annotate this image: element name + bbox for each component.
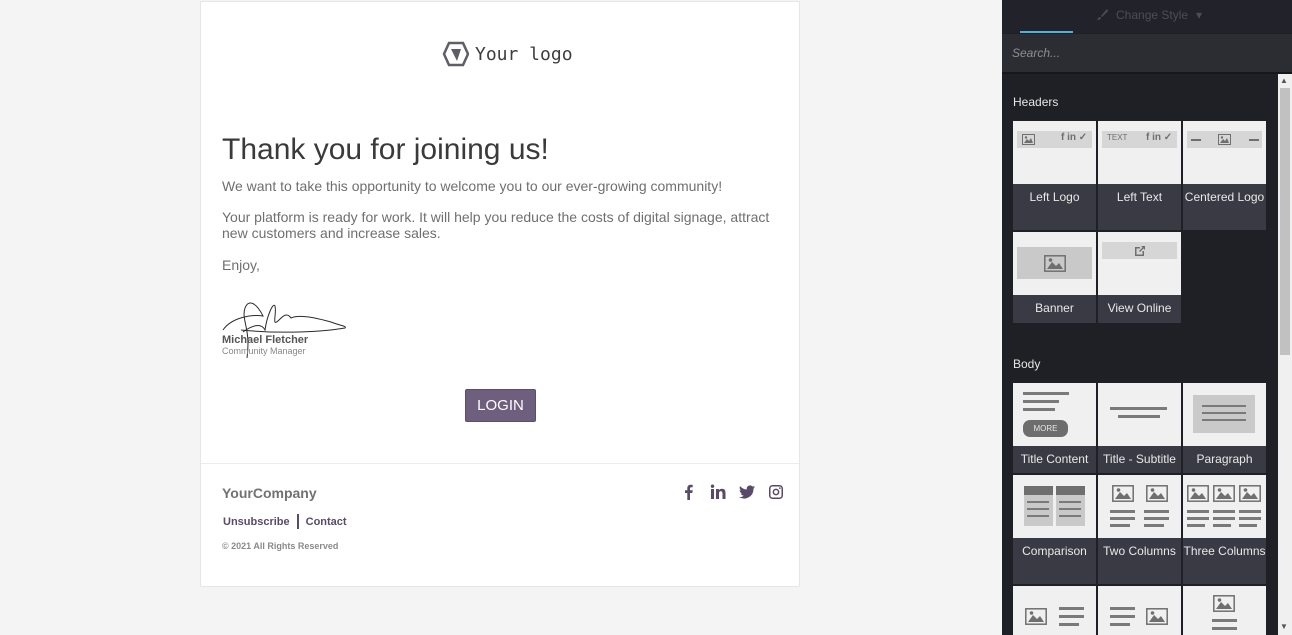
block-thumbnail bbox=[1013, 232, 1096, 295]
block-label: Banner bbox=[1035, 301, 1074, 315]
block-thumbnail bbox=[1183, 586, 1266, 635]
blocks-panel: Change Style ▾ Headers f in ✓ Left Logo … bbox=[1002, 0, 1292, 635]
image-icon bbox=[1187, 485, 1209, 502]
block-label: Paragraph bbox=[1196, 452, 1253, 466]
block-label: Two Columns bbox=[1103, 544, 1176, 558]
block-text-image[interactable] bbox=[1098, 586, 1181, 635]
login-button[interactable]: LOGIN bbox=[465, 389, 536, 422]
linkedin-icon[interactable] bbox=[710, 484, 726, 500]
social-icons: f in ✓ bbox=[1146, 132, 1173, 143]
block-thumbnail: MORE bbox=[1013, 383, 1096, 446]
image-icon bbox=[1239, 485, 1261, 502]
block-thumbnail bbox=[1098, 475, 1181, 538]
headers-section-title: Headers bbox=[1013, 95, 1059, 109]
tab-blocks[interactable] bbox=[1020, 0, 1073, 33]
block-view-online[interactable]: View Online bbox=[1098, 232, 1181, 323]
external-link-icon bbox=[1135, 246, 1145, 256]
scroll-down-arrow-icon[interactable]: ▼ bbox=[1280, 622, 1288, 631]
signature-role: Community Manager bbox=[222, 346, 306, 356]
block-thumbnail bbox=[1013, 475, 1096, 538]
change-style-tab[interactable]: Change Style ▾ bbox=[1096, 8, 1202, 22]
image-icon bbox=[1213, 595, 1235, 612]
block-thumbnail bbox=[1098, 232, 1181, 295]
block-title-content[interactable]: MORE Title Content bbox=[1013, 383, 1096, 473]
image-icon bbox=[1213, 485, 1235, 502]
scrollbar-thumb[interactable] bbox=[1280, 88, 1290, 355]
block-label: Title - Subtitle bbox=[1103, 452, 1176, 466]
block-left-text[interactable]: TEXT f in ✓ Left Text bbox=[1098, 121, 1181, 230]
block-three-columns[interactable]: Three Columns bbox=[1183, 475, 1266, 584]
image-icon bbox=[1218, 134, 1231, 145]
email-heading: Thank you for joining us! bbox=[222, 133, 549, 166]
block-thumbnail bbox=[1098, 383, 1181, 446]
block-label: Left Text bbox=[1116, 190, 1163, 204]
block-thumbnail bbox=[1013, 586, 1096, 635]
block-image-text[interactable] bbox=[1013, 586, 1096, 635]
change-style-label: Change Style bbox=[1116, 8, 1189, 22]
logo-text: Your logo bbox=[475, 43, 573, 65]
email-logo[interactable]: Your logo bbox=[441, 40, 573, 68]
search-divider bbox=[1002, 72, 1292, 74]
image-icon bbox=[1146, 485, 1168, 502]
block-image-stack[interactable] bbox=[1183, 586, 1266, 635]
block-comparison[interactable]: Comparison bbox=[1013, 475, 1096, 584]
signature-name: Michael Fletcher bbox=[222, 334, 309, 346]
panel-tabs: Change Style ▾ bbox=[1002, 0, 1292, 33]
block-label: Three Columns bbox=[1183, 544, 1266, 558]
scroll-up-arrow-icon[interactable]: ▲ bbox=[1280, 76, 1288, 85]
block-thumbnail bbox=[1098, 586, 1181, 635]
footer-links: Unsubscribe Contact bbox=[223, 514, 347, 529]
footer-company: YourCompany bbox=[222, 485, 317, 501]
social-icons: f in ✓ bbox=[1061, 132, 1088, 143]
footer-divider bbox=[201, 463, 799, 464]
block-label: Centered Logo bbox=[1184, 190, 1265, 204]
thumb-text: TEXT bbox=[1107, 133, 1128, 142]
block-banner[interactable]: Banner bbox=[1013, 232, 1096, 323]
block-label: Comparison bbox=[1022, 544, 1087, 558]
block-label: View Online bbox=[1107, 301, 1172, 315]
social-links bbox=[681, 484, 784, 500]
body-section-title: Body bbox=[1013, 357, 1041, 371]
block-two-columns[interactable]: Two Columns bbox=[1098, 475, 1181, 584]
more-pill: MORE bbox=[1023, 420, 1068, 437]
image-icon bbox=[1022, 134, 1035, 145]
twitter-icon[interactable] bbox=[739, 484, 755, 500]
image-icon bbox=[1112, 485, 1134, 502]
unsubscribe-link[interactable]: Unsubscribe bbox=[223, 516, 290, 528]
block-label: Left Logo bbox=[1029, 190, 1080, 204]
image-icon bbox=[1146, 608, 1168, 625]
block-thumbnail bbox=[1183, 121, 1266, 184]
logo-hexagon-icon bbox=[442, 41, 469, 67]
email-paragraph-2: Your platform is ready for work. It will… bbox=[222, 209, 770, 241]
block-left-logo[interactable]: f in ✓ Left Logo bbox=[1013, 121, 1096, 230]
block-thumbnail: f in ✓ bbox=[1013, 121, 1096, 184]
image-icon bbox=[1025, 608, 1047, 625]
block-thumbnail bbox=[1183, 383, 1266, 446]
email-canvas[interactable]: Your logo Thank you for joining us! We w… bbox=[200, 1, 800, 587]
facebook-icon[interactable] bbox=[681, 484, 697, 500]
block-centered-logo[interactable]: Centered Logo bbox=[1183, 121, 1266, 230]
instagram-icon[interactable] bbox=[768, 484, 784, 500]
contact-link[interactable]: Contact bbox=[306, 516, 347, 528]
email-paragraph-1: We want to take this opportunity to welc… bbox=[222, 178, 723, 194]
block-label: Title Content bbox=[1020, 452, 1089, 466]
image-icon bbox=[1044, 255, 1066, 272]
email-paragraph-3: Enjoy, bbox=[222, 257, 260, 273]
block-thumbnail bbox=[1183, 475, 1266, 538]
block-paragraph[interactable]: Paragraph bbox=[1183, 383, 1266, 473]
chevron-down-icon: ▾ bbox=[1196, 8, 1203, 22]
footer-link-separator bbox=[296, 514, 299, 529]
brush-icon bbox=[1097, 9, 1108, 20]
search-input[interactable] bbox=[1002, 34, 1292, 72]
block-title-subtitle[interactable]: Title - Subtitle bbox=[1098, 383, 1181, 473]
block-thumbnail: TEXT f in ✓ bbox=[1098, 121, 1181, 184]
footer-copyright: © 2021 All Rights Reserved bbox=[222, 541, 339, 551]
